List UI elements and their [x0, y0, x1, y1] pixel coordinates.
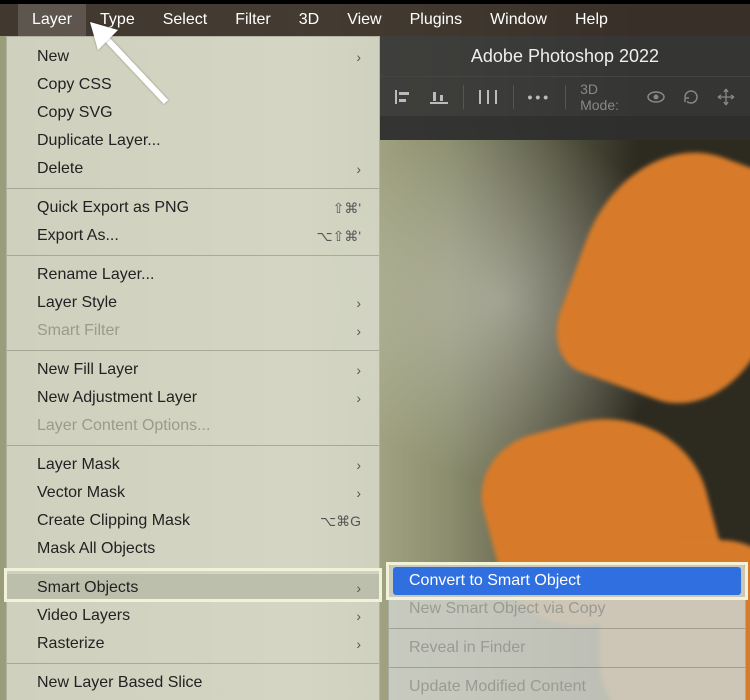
menu-item-smart-filter: Smart Filter › [7, 317, 379, 345]
menu-item-shortcut: ⌥⇧⌘' [316, 228, 361, 245]
menu-select[interactable]: Select [149, 4, 221, 36]
menu-item-label: Smart Filter [37, 322, 348, 340]
menu-item-layer-style[interactable]: Layer Style › [7, 289, 379, 317]
submenu-item-label: New Smart Object via Copy [409, 600, 606, 618]
align-left-icon[interactable] [394, 85, 415, 109]
chevron-right-icon: › [356, 485, 361, 501]
menu-item-layer-mask[interactable]: Layer Mask › [7, 451, 379, 479]
menu-item-rename-layer[interactable]: Rename Layer... [7, 261, 379, 289]
menu-item-label: Smart Objects [37, 579, 348, 597]
menu-item-label: Vector Mask [37, 484, 348, 502]
menu-item-label: New [37, 48, 348, 66]
menu-layer[interactable]: Layer [18, 4, 86, 36]
menu-item-label: Layer Content Options... [37, 417, 361, 435]
menu-separator [7, 188, 379, 189]
menu-item-video-layers[interactable]: Video Layers › [7, 602, 379, 630]
submenu-item-reveal-in-finder: Reveal in Finder [389, 634, 745, 662]
separator [565, 85, 566, 109]
smart-objects-submenu: Convert to Smart Object New Smart Object … [388, 562, 746, 700]
menu-item-copy-css[interactable]: Copy CSS [7, 71, 379, 99]
menu-item-label: Rasterize [37, 635, 348, 653]
menu-item-new-adjustment-layer[interactable]: New Adjustment Layer › [7, 384, 379, 412]
menu-item-new-layer-based-slice[interactable]: New Layer Based Slice [7, 669, 379, 697]
chevron-right-icon: › [356, 457, 361, 473]
menu-item-label: New Layer Based Slice [37, 674, 361, 692]
menu-separator [7, 255, 379, 256]
menu-item-label: Export As... [37, 227, 316, 245]
menu-separator [7, 445, 379, 446]
submenu-item-convert-to-smart-object[interactable]: Convert to Smart Object [393, 567, 741, 595]
document-bar [380, 116, 750, 140]
menu-plugins[interactable]: Plugins [396, 4, 476, 36]
menu-filter[interactable]: Filter [221, 4, 285, 36]
menu-item-label: Duplicate Layer... [37, 132, 361, 150]
menu-separator [7, 663, 379, 664]
menu-type[interactable]: Type [86, 4, 149, 36]
menu-item-label: Copy SVG [37, 104, 361, 122]
menu-item-label: Layer Mask [37, 456, 348, 474]
options-bar: ••• 3D Mode: [380, 76, 750, 116]
align-bottom-icon[interactable] [429, 85, 450, 109]
pan-icon[interactable] [715, 85, 736, 109]
submenu-item-label: Update Modified Content [409, 678, 586, 696]
menu-item-label: Layer Style [37, 294, 348, 312]
menu-item-shortcut: ⇧⌘' [333, 200, 361, 217]
chevron-right-icon: › [356, 362, 361, 378]
menu-item-label: Quick Export as PNG [37, 199, 333, 217]
menu-separator [7, 568, 379, 569]
menu-item-label: Video Layers [37, 607, 348, 625]
layer-menu-dropdown: New › Copy CSS Copy SVG Duplicate Layer... De… [6, 36, 380, 700]
chevron-right-icon: › [356, 161, 361, 177]
menu-item-shortcut: ⌥⌘G [320, 513, 361, 530]
menu-item-copy-svg[interactable]: Copy SVG [7, 99, 379, 127]
menu-item-layer-content-options: Layer Content Options... [7, 412, 379, 440]
menu-item-duplicate-layer[interactable]: Duplicate Layer... [7, 127, 379, 155]
chevron-right-icon: › [356, 295, 361, 311]
menu-item-label: Delete [37, 160, 348, 178]
distribute-icon[interactable] [478, 85, 499, 109]
separator [463, 85, 464, 109]
menu-item-label: New Adjustment Layer [37, 389, 348, 407]
menu-item-smart-objects[interactable]: Smart Objects › [7, 574, 379, 602]
menu-window[interactable]: Window [476, 4, 561, 36]
menu-item-new-fill-layer[interactable]: New Fill Layer › [7, 356, 379, 384]
menu-item-label: Mask All Objects [37, 540, 361, 558]
submenu-item-label: Convert to Smart Object [409, 572, 581, 590]
menu-item-label: New Fill Layer [37, 361, 348, 379]
menu-item-label: Create Clipping Mask [37, 512, 320, 530]
submenu-item-label: Reveal in Finder [409, 639, 526, 657]
menu-item-new[interactable]: New › [7, 43, 379, 71]
menu-item-label: Rename Layer... [37, 266, 361, 284]
chevron-right-icon: › [356, 49, 361, 65]
submenu-item-update-modified-content: Update Modified Content [389, 673, 745, 700]
menu-3d[interactable]: 3D [285, 4, 333, 36]
titlebar: Adobe Photoshop 2022 [380, 36, 750, 76]
menu-item-create-clipping-mask[interactable]: Create Clipping Mask⌥⌘G [7, 507, 379, 535]
menu-view[interactable]: View [333, 4, 395, 36]
menu-separator [389, 667, 745, 668]
orbit-icon[interactable] [646, 85, 667, 109]
menu-item-export-as[interactable]: Export As...⌥⇧⌘' [7, 222, 379, 250]
menu-item-mask-all-objects[interactable]: Mask All Objects [7, 535, 379, 563]
more-options-icon[interactable]: ••• [528, 85, 552, 109]
menu-help[interactable]: Help [561, 4, 622, 36]
menu-item-rasterize[interactable]: Rasterize › [7, 630, 379, 658]
menu-item-quick-export-as-png[interactable]: Quick Export as PNG⇧⌘' [7, 194, 379, 222]
chevron-right-icon: › [356, 580, 361, 596]
menu-separator [389, 628, 745, 629]
menubar: Layer Type Select Filter 3D View Plugins… [0, 4, 750, 36]
rotate-icon[interactable] [681, 85, 702, 109]
chevron-right-icon: › [356, 608, 361, 624]
chevron-right-icon: › [356, 323, 361, 339]
mode-label: 3D Mode: [580, 81, 632, 113]
menu-item-delete[interactable]: Delete › [7, 155, 379, 183]
submenu-item-new-smart-object-via-copy: New Smart Object via Copy [389, 595, 745, 623]
separator [513, 85, 514, 109]
menu-item-vector-mask[interactable]: Vector Mask › [7, 479, 379, 507]
chevron-right-icon: › [356, 390, 361, 406]
app-title: Adobe Photoshop 2022 [471, 46, 659, 67]
menu-separator [7, 350, 379, 351]
chevron-right-icon: › [356, 636, 361, 652]
menu-item-label: Copy CSS [37, 76, 361, 94]
